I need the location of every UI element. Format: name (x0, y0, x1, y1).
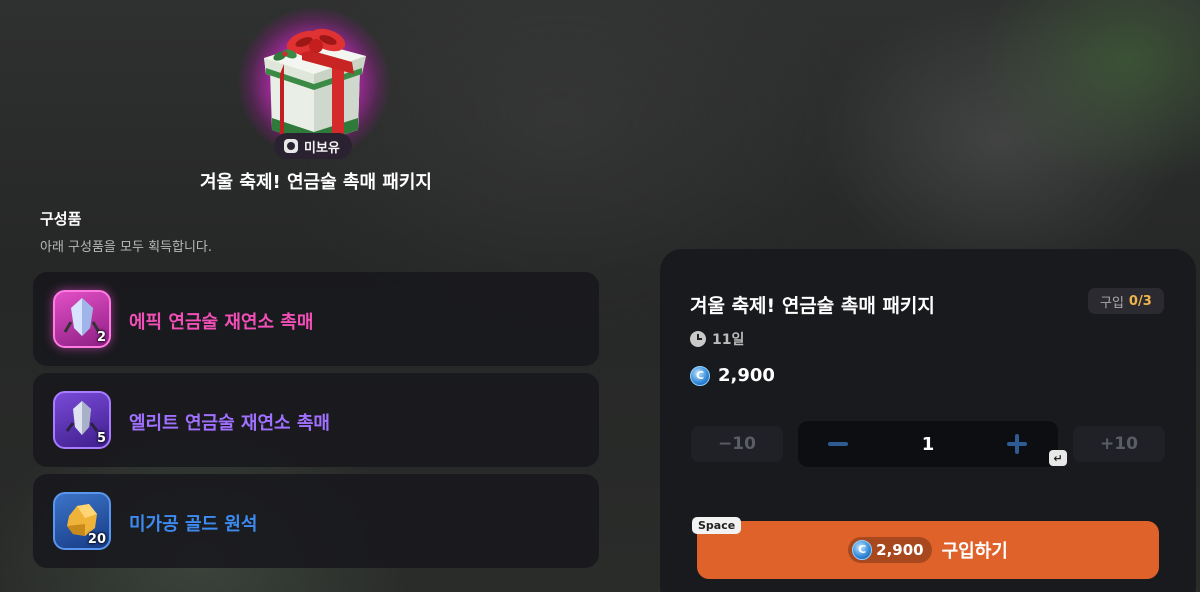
quantity-stepper: 1 (798, 421, 1058, 467)
gold-ore-icon: 20 (53, 492, 111, 550)
buy-price: 2,900 (848, 537, 932, 563)
purchase-limit-value: 0/3 (1128, 293, 1152, 309)
item-quantity: 20 (87, 532, 106, 547)
purchase-title: 겨울 축제! 연금술 촉매 패키지 (690, 295, 935, 317)
price: 2,900 (690, 365, 775, 386)
purchase-limit-label: 구입 (1100, 295, 1124, 311)
list-item[interactable]: 20 미가공 골드 원석 (33, 474, 599, 568)
epic-crystal-icon: 2 (53, 290, 111, 348)
increase-button[interactable] (1006, 433, 1028, 455)
price-value: 2,900 (718, 365, 775, 386)
clock-icon (690, 331, 706, 347)
item-name: 미가공 골드 원석 (129, 514, 258, 535)
package-image (238, 8, 390, 158)
list-item[interactable]: 2 에픽 연금술 재연소 촉매 (33, 272, 599, 366)
list-item[interactable]: 5 엘리트 연금술 재연소 촉매 (33, 373, 599, 467)
time-remaining: 11일 (690, 329, 744, 349)
enter-key-hint: ↵ (1049, 450, 1067, 466)
ownership-badge: 미보유 (274, 133, 352, 159)
components-subtitle: 아래 구성품을 모두 획득합니다. (40, 240, 213, 255)
item-quantity: 2 (96, 330, 106, 345)
package-title: 겨울 축제! 연금술 촉매 패키지 (200, 172, 432, 193)
minus-ten-button[interactable]: −10 (691, 426, 783, 462)
item-name: 에픽 연금술 재연소 촉매 (129, 312, 314, 333)
components-heading: 구성품 (40, 210, 82, 228)
coin-icon (852, 540, 873, 560)
bag-icon (284, 139, 298, 153)
decrease-button[interactable] (827, 433, 849, 455)
buy-button-label: 구입하기 (941, 541, 1008, 562)
plus-ten-button[interactable]: +10 (1073, 426, 1165, 462)
gift-box-icon (264, 28, 366, 144)
item-quantity: 5 (96, 431, 106, 446)
space-key-hint: Space (692, 517, 742, 534)
item-name: 엘리트 연금술 재연소 촉매 (129, 413, 330, 434)
purchase-panel: 겨울 축제! 연금술 촉매 패키지 구입 0/3 11일 2,900 −10 1… (660, 249, 1196, 592)
buy-price-value: 2,900 (876, 541, 924, 559)
ownership-label: 미보유 (304, 140, 340, 156)
time-remaining-text: 11일 (712, 332, 745, 348)
buy-button[interactable]: 2,900 구입하기 (697, 521, 1159, 579)
coin-icon (690, 365, 710, 386)
purchase-limit-badge: 구입 0/3 (1088, 288, 1164, 314)
elite-crystal-icon: 5 (53, 391, 111, 449)
quantity-value[interactable]: 1 (858, 434, 998, 455)
